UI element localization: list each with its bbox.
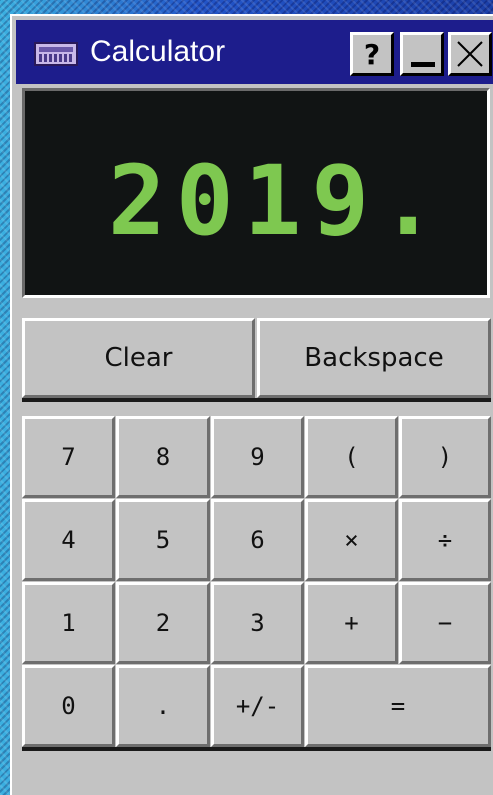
key-7[interactable]: 7: [22, 416, 115, 498]
minimize-icon: [411, 62, 435, 67]
key-0[interactable]: 0: [22, 665, 115, 747]
divider: [22, 398, 491, 402]
question-mark-icon: ?: [363, 37, 381, 71]
key-3[interactable]: 3: [211, 582, 304, 664]
calculator-icon: [34, 42, 78, 66]
key-8[interactable]: 8: [116, 416, 210, 498]
key-divide[interactable]: ÷: [399, 499, 491, 581]
key-decimal[interactable]: .: [116, 665, 210, 747]
key-minus[interactable]: −: [399, 582, 491, 664]
key-1[interactable]: 1: [22, 582, 115, 664]
backspace-button[interactable]: Backspace: [257, 318, 491, 398]
help-button[interactable]: ?: [350, 32, 394, 76]
key-6[interactable]: 6: [211, 499, 304, 581]
key-4[interactable]: 4: [22, 499, 115, 581]
key-2[interactable]: 2: [116, 582, 210, 664]
key-plus[interactable]: +: [305, 582, 398, 664]
divider: [22, 747, 491, 751]
key-9[interactable]: 9: [211, 416, 304, 498]
calculator-window: Calculator ? 2019. Clear Backspace 7 8 9…: [10, 14, 493, 795]
key-5[interactable]: 5: [116, 499, 210, 581]
key-multiply[interactable]: ×: [305, 499, 398, 581]
calculator-display: 2019.: [22, 88, 490, 298]
key-close-paren[interactable]: ): [399, 416, 491, 498]
close-icon: [457, 41, 483, 67]
close-button[interactable]: [448, 32, 492, 76]
key-sign[interactable]: +/-: [211, 665, 304, 747]
display-value: 2019.: [108, 145, 447, 257]
window-title: Calculator: [90, 35, 226, 68]
title-bar[interactable]: Calculator ?: [16, 20, 493, 84]
minimize-button[interactable]: [400, 32, 444, 76]
key-equals[interactable]: =: [305, 665, 491, 747]
clear-button[interactable]: Clear: [22, 318, 255, 398]
key-open-paren[interactable]: (: [305, 416, 398, 498]
